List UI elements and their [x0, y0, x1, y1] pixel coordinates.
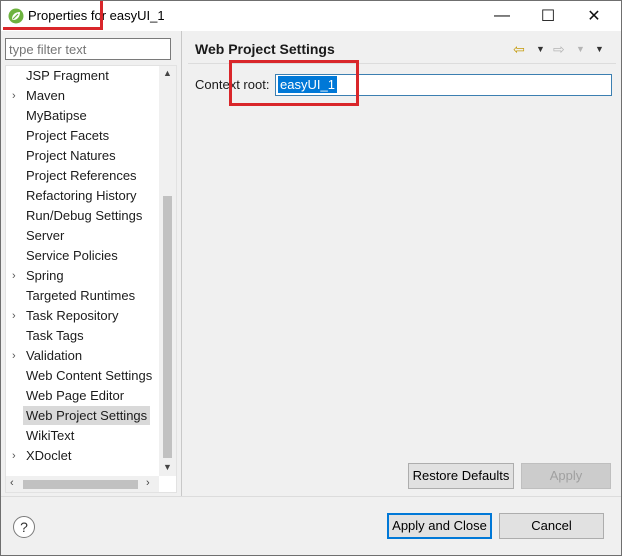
chevron-right-icon[interactable]: ›: [12, 86, 16, 106]
tree-item-label: JSP Fragment: [26, 68, 109, 83]
scroll-left-icon[interactable]: ‹: [10, 477, 14, 489]
tree-item-label: Service Policies: [26, 248, 118, 263]
tree-item-label: Web Content Settings: [26, 368, 153, 383]
tree-list: JSP Fragment › Maven MyBatipse Project Facet…: [6, 66, 156, 466]
tree-item[interactable]: Targeted Runtimes: [6, 286, 156, 306]
tree-item-label: Spring: [26, 268, 64, 283]
tree-item-label: Server: [26, 228, 65, 243]
back-dropdown-icon[interactable]: ▼: [536, 44, 545, 54]
title-bar: Properties for easyUI_1 — ☐ ✕: [1, 1, 621, 31]
tree-item-label: WikiText: [26, 428, 75, 443]
tree-item[interactable]: › Maven: [6, 86, 156, 106]
tree-item-label: Project References: [26, 168, 137, 183]
tree-item[interactable]: Web Project Settings: [6, 406, 156, 426]
apply-button[interactable]: Apply: [521, 463, 611, 489]
maximize-button[interactable]: ☐: [525, 1, 571, 31]
tree-item[interactable]: › Task Repository: [6, 306, 156, 326]
cancel-button[interactable]: Cancel: [499, 513, 604, 539]
restore-defaults-label: Restore Defaults: [412, 468, 510, 483]
context-root-annotation-box: [229, 60, 359, 106]
tree-item[interactable]: Web Content Settings: [6, 366, 156, 386]
tree-item[interactable]: › Spring: [6, 266, 156, 286]
scroll-up-icon[interactable]: ▲: [163, 68, 172, 78]
tree-item[interactable]: › Validation: [6, 346, 156, 366]
chevron-right-icon[interactable]: ›: [12, 446, 16, 466]
vertical-scroll-thumb[interactable]: [163, 196, 172, 458]
tree-item-label: Web Page Editor: [26, 388, 125, 403]
tree-item-label: MyBatipse: [26, 108, 87, 123]
tree-item[interactable]: Project Facets: [6, 126, 156, 146]
tree-item[interactable]: MyBatipse: [6, 106, 156, 126]
tree-item[interactable]: WikiText: [6, 426, 156, 446]
minimize-icon: —: [494, 7, 510, 24]
forward-arrow-icon[interactable]: ⇨: [553, 41, 565, 58]
tree-item[interactable]: Run/Debug Settings: [6, 206, 156, 226]
scroll-right-icon[interactable]: ›: [146, 477, 150, 489]
sidebar: JSP Fragment › Maven MyBatipse Project Facet…: [1, 31, 181, 496]
tree-item-label: Task Tags: [26, 328, 84, 343]
tree-item[interactable]: Project Natures: [6, 146, 156, 166]
tree-item[interactable]: Refactoring History: [6, 186, 156, 206]
apply-label: Apply: [549, 468, 583, 483]
tree-item[interactable]: Project References: [6, 166, 156, 186]
tree-item[interactable]: Web Page Editor: [6, 386, 156, 406]
tree-item-label: Validation: [26, 348, 83, 363]
close-icon: ✕: [587, 8, 601, 25]
view-menu-icon[interactable]: ▼: [595, 44, 604, 54]
tree-item-label: Project Facets: [26, 128, 110, 143]
horizontal-scroll-thumb[interactable]: [23, 480, 138, 489]
vertical-scrollbar[interactable]: ▲ ▼: [159, 66, 176, 476]
chevron-right-icon[interactable]: ›: [12, 346, 16, 366]
property-tree: JSP Fragment › Maven MyBatipse Project Facet…: [5, 65, 177, 493]
chevron-right-icon[interactable]: ›: [12, 266, 16, 286]
apply-and-close-button[interactable]: Apply and Close: [387, 513, 492, 539]
tree-item-label: XDoclet: [26, 448, 72, 463]
tree-item-label: Task Repository: [26, 308, 119, 323]
main-panel: Web Project Settings ⇦ ▼ ⇨ ▼ ▼ Context r…: [182, 31, 621, 496]
maximize-icon: ☐: [540, 8, 556, 25]
tree-item-label: Project Natures: [26, 148, 116, 163]
tree-item-label: Maven: [26, 88, 66, 103]
close-button[interactable]: ✕: [571, 1, 617, 31]
horizontal-scrollbar[interactable]: ‹ ›: [6, 476, 159, 492]
back-arrow-icon[interactable]: ⇦: [513, 41, 525, 58]
tree-item-label: Web Project Settings: [23, 406, 151, 425]
scroll-down-icon[interactable]: ▼: [163, 462, 172, 472]
restore-defaults-button[interactable]: Restore Defaults: [408, 463, 514, 489]
tree-item-label: Targeted Runtimes: [26, 288, 136, 303]
tree-item-label: Run/Debug Settings: [26, 208, 143, 223]
properties-dialog: Properties for easyUI_1 — ☐ ✕ JSP Fragme…: [0, 0, 622, 556]
help-icon[interactable]: ?: [13, 516, 35, 538]
dialog-footer: ? Apply and Close Cancel: [1, 496, 621, 555]
tree-item[interactable]: Server: [6, 226, 156, 246]
minimize-button[interactable]: —: [479, 1, 525, 31]
tree-item[interactable]: Task Tags: [6, 326, 156, 346]
forward-dropdown-icon[interactable]: ▼: [576, 44, 585, 54]
chevron-right-icon[interactable]: ›: [12, 306, 16, 326]
title-annotation-box: [3, 1, 103, 30]
tree-item[interactable]: › XDoclet: [6, 446, 156, 466]
tree-item[interactable]: Service Policies: [6, 246, 156, 266]
apply-and-close-label: Apply and Close: [392, 518, 487, 533]
page-title: Web Project Settings: [195, 41, 335, 57]
cancel-label: Cancel: [531, 518, 572, 533]
filter-input[interactable]: [5, 38, 171, 60]
tree-item-label: Refactoring History: [26, 188, 137, 203]
tree-item[interactable]: JSP Fragment: [6, 66, 156, 86]
